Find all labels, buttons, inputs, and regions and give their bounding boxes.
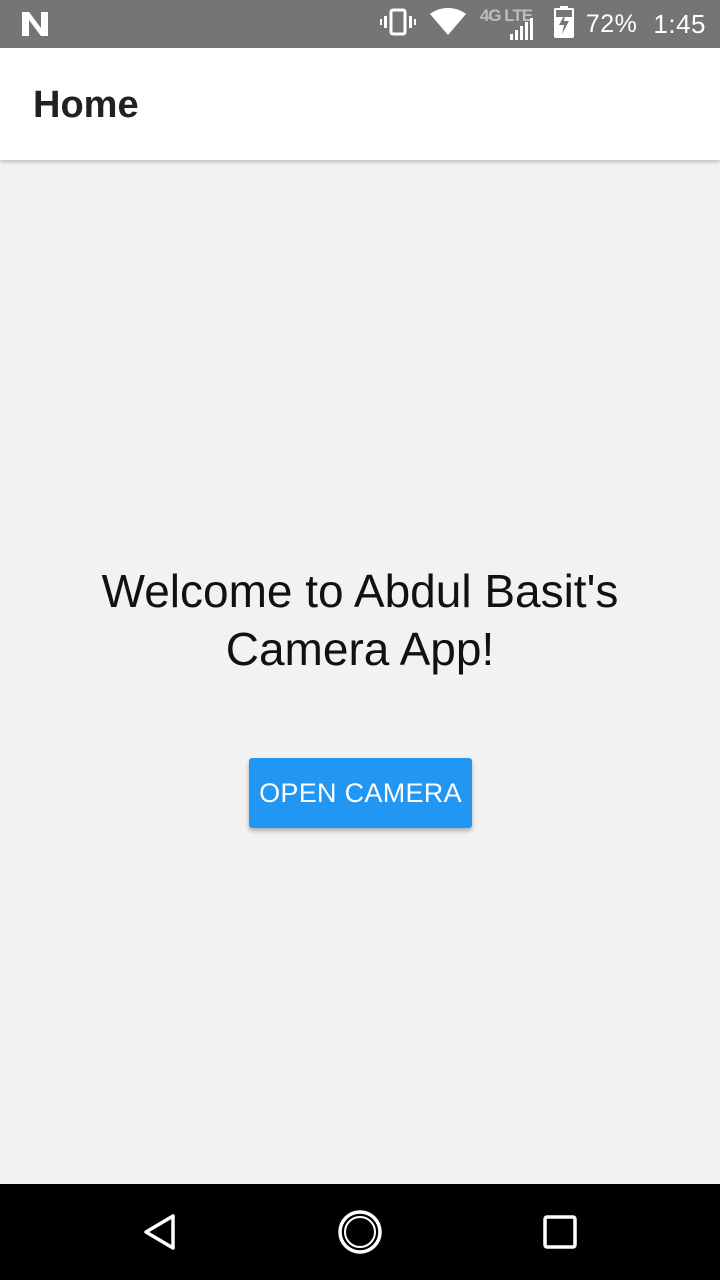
open-camera-button[interactable]: OPEN CAMERA <box>249 758 472 828</box>
app-bar: Home <box>0 48 720 160</box>
home-icon <box>338 1210 382 1254</box>
vibrate-icon <box>379 7 416 42</box>
welcome-line-1: Welcome to Abdul Basit's <box>101 565 619 617</box>
battery-charging-icon <box>553 5 574 43</box>
battery-percent: 72% <box>585 9 638 38</box>
main-content: Welcome to Abdul Basit's Camera App! OPE… <box>0 160 720 1184</box>
recents-button[interactable] <box>536 1208 584 1256</box>
phone-screen: 4G LTE 72% 1:45 Home Welcome to Abdul Ba… <box>0 0 720 1280</box>
clock: 1:45 <box>653 8 706 39</box>
back-button[interactable] <box>136 1208 184 1256</box>
signal-icon <box>509 18 533 40</box>
page-title: Home <box>33 84 139 126</box>
welcome-line-2: Camera App! <box>225 623 495 675</box>
status-bar: 4G LTE 72% 1:45 <box>0 0 720 48</box>
wifi-icon <box>429 7 466 41</box>
status-icons: 4G LTE 72% 1:45 <box>366 0 706 48</box>
network-type-label: 4G LTE <box>480 6 536 42</box>
welcome-message: Welcome to Abdul Basit's Camera App! <box>60 562 660 678</box>
recents-icon <box>543 1215 577 1249</box>
notification-n-icon <box>20 10 50 43</box>
back-icon <box>144 1214 175 1250</box>
navigation-bar <box>0 1184 720 1280</box>
home-button[interactable] <box>336 1208 384 1256</box>
